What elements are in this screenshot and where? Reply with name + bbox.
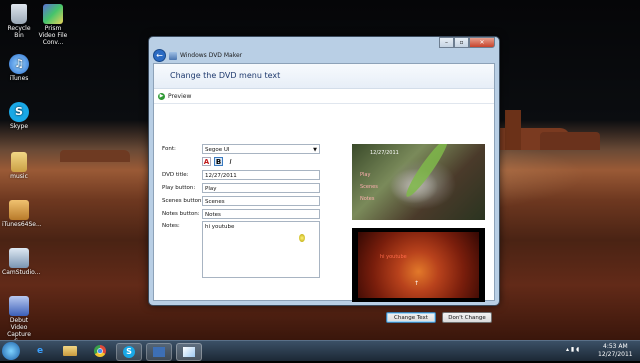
system-tray: ▴ ▮ ◖ <box>566 346 580 353</box>
desktop-icon-skype[interactable]: S Skype <box>2 102 36 130</box>
start-orb-icon[interactable] <box>2 342 20 360</box>
desktop-icon-itunes64[interactable]: iTunes64Se... <box>2 200 42 228</box>
preview-title-overlay: 12/27/2011 <box>370 150 399 156</box>
menu-preview-bottom: hi youtube ↑ <box>352 228 485 302</box>
dvd-title-field[interactable]: 12/27/2011 <box>202 170 320 180</box>
font-label: Font: <box>162 146 176 152</box>
clock-date[interactable]: 12/27/2011 <box>598 351 633 358</box>
skype-taskbar-icon[interactable]: S <box>116 343 142 361</box>
notes-button-field[interactable]: Notes <box>202 209 320 219</box>
page-title: Change the DVD menu text <box>154 64 494 89</box>
desktop-icon-debut[interactable]: Debut Video Capture S... <box>2 296 36 340</box>
explorer-icon[interactable] <box>58 343 82 359</box>
scenes-button-field[interactable]: Scenes <box>202 196 320 206</box>
preview-notes-text: hi youtube <box>380 254 407 260</box>
change-text-button[interactable]: Change Text <box>386 312 436 323</box>
preview-button[interactable]: Preview <box>168 93 191 100</box>
font-color-button[interactable]: A <box>202 157 211 166</box>
camstudio-icon <box>9 248 29 268</box>
preview-scenes-overlay: Scenes <box>360 184 378 190</box>
dvd-maker-icon <box>169 51 177 60</box>
close-button[interactable]: ✕ <box>469 37 495 48</box>
paint-taskbar-icon[interactable] <box>176 343 202 361</box>
text-cursor-icon <box>299 234 305 242</box>
notes-text: hi youtube <box>205 224 235 230</box>
notes-button-label: Notes button: <box>162 211 200 217</box>
notes-label: Notes: <box>162 223 180 229</box>
bold-button[interactable]: B <box>214 157 223 166</box>
taskbar: e S ▴ ▮ ◖ 4:53 AM 12/27/2011 <box>0 340 640 361</box>
leaf-shape <box>402 144 452 201</box>
play-button-field[interactable]: Play <box>202 183 320 193</box>
dvd-title-label: DVD title: <box>162 172 189 178</box>
play-button-label: Play button: <box>162 185 196 191</box>
skype-icon: S <box>9 102 29 122</box>
window-title: Windows DVD Maker <box>180 52 243 59</box>
font-select[interactable]: Segoe UI ▼ <box>202 144 320 154</box>
chevron-down-icon: ▼ <box>313 147 317 153</box>
preview-notes-overlay: Notes <box>360 196 375 202</box>
clock-time[interactable]: 4:53 AM <box>603 343 628 350</box>
debut-icon <box>9 296 29 316</box>
dvd-maker-window: ← Windows DVD Maker – ▫ ✕ Change the DVD… <box>148 36 500 323</box>
prism-icon <box>43 4 63 24</box>
dvd-maker-taskbar-icon[interactable] <box>146 343 172 361</box>
arrow-up-icon: ↑ <box>414 280 420 287</box>
dont-change-button[interactable]: Don't Change <box>442 312 492 323</box>
folder-icon <box>11 152 27 172</box>
flower-image <box>358 232 479 298</box>
toolbar: ▶ Preview <box>154 89 494 104</box>
window-content: Change the DVD menu text ▶ Preview Font:… <box>153 63 495 323</box>
notes-textarea[interactable]: hi youtube <box>202 221 320 278</box>
recycle-bin-icon <box>11 4 27 24</box>
play-icon: ▶ <box>158 92 165 100</box>
italic-button[interactable]: I <box>226 157 235 166</box>
itunes-icon: ♫ <box>9 54 29 74</box>
desktop-icon-recycle-bin[interactable]: Recycle Bin <box>2 4 36 39</box>
scenes-button-label: Scenes button: <box>162 198 204 204</box>
maximize-button[interactable]: ▫ <box>454 37 469 48</box>
desktop-icon-music[interactable]: music <box>2 152 36 180</box>
chrome-icon[interactable] <box>88 343 112 359</box>
title-bar[interactable]: ← Windows DVD Maker – ▫ ✕ <box>149 37 499 62</box>
menu-preview-top: 12/27/2011 Play Scenes Notes <box>352 144 485 220</box>
desktop-icon-camstudio[interactable]: CamStudio... <box>2 248 40 276</box>
desktop-icon-prism[interactable]: Prism Video File Conv... <box>36 4 70 46</box>
back-icon[interactable]: ← <box>153 49 166 62</box>
preview-play-overlay: Play <box>360 172 371 178</box>
desktop-icon-itunes[interactable]: ♫ iTunes <box>2 54 36 82</box>
minimize-button[interactable]: – <box>439 37 454 48</box>
ie-icon[interactable]: e <box>28 343 52 359</box>
font-value: Segoe UI <box>205 147 230 153</box>
installer-icon <box>9 200 29 220</box>
